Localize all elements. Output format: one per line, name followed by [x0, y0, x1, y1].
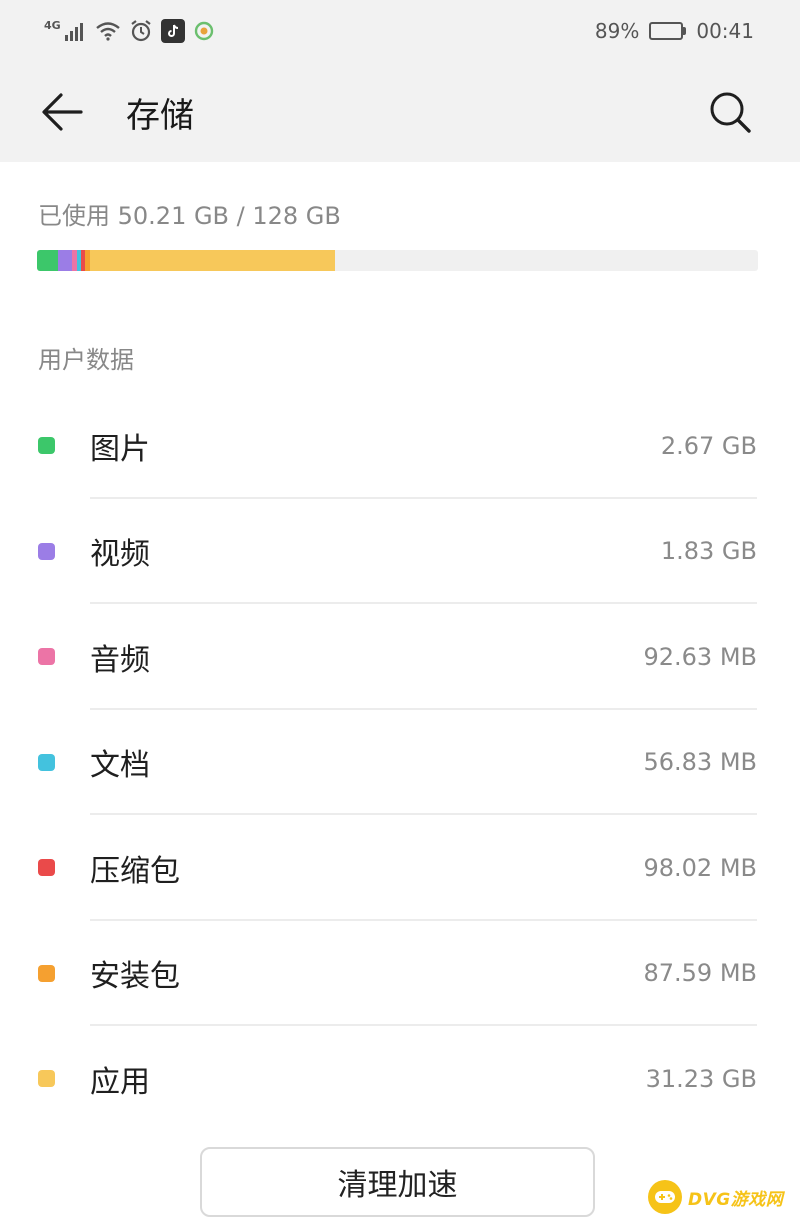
category-row-installers[interactable]: 安装包 87.59 MB [0, 921, 800, 1026]
network-type: 4G [44, 18, 61, 32]
category-color-dot [38, 859, 55, 877]
category-size: 1.83 GB [660, 537, 757, 566]
category-color-dot [38, 753, 55, 771]
clean-speedup-button[interactable]: 清理加速 [200, 1147, 595, 1217]
category-size: 87.59 MB [643, 959, 757, 988]
usage-segment [37, 250, 58, 271]
clock-time: 00:41 [696, 19, 754, 43]
tiktok-icon [160, 19, 185, 43]
category-row-videos[interactable]: 视频 1.83 GB [0, 499, 800, 604]
category-label: 图片 [90, 431, 150, 467]
category-label: 压缩包 [90, 853, 180, 889]
usage-segment [89, 250, 335, 271]
category-label: 文档 [90, 748, 150, 784]
category-list: 图片 2.67 GB 视频 1.83 GB 音频 92.63 MB 文档 56.… [0, 393, 800, 1132]
alarm-icon [131, 20, 151, 42]
storage-usage-bar [37, 250, 758, 271]
category-row-images[interactable]: 图片 2.67 GB [0, 393, 800, 499]
category-size: 98.02 MB [643, 853, 757, 882]
category-size: 92.63 MB [643, 642, 757, 671]
status-right: 89% 00:41 [595, 19, 754, 43]
category-label: 应用 [90, 1064, 150, 1100]
usage-segment [57, 250, 73, 271]
category-label: 安装包 [90, 959, 180, 995]
back-button[interactable] [40, 90, 84, 134]
gamepad-icon [648, 1180, 682, 1214]
watermark: DVG游戏网 [648, 1180, 783, 1214]
search-button[interactable] [706, 88, 754, 136]
category-row-archives[interactable]: 压缩包 98.02 MB [0, 815, 800, 921]
category-color-dot [38, 542, 55, 560]
category-label: 音频 [90, 642, 150, 678]
category-label: 视频 [90, 537, 150, 573]
category-size: 2.67 GB [660, 431, 757, 460]
watermark-text: DVG游戏网 [688, 1189, 784, 1210]
category-color-dot [38, 964, 55, 982]
wifi-icon [95, 22, 120, 41]
category-color-dot [38, 437, 55, 455]
battery-percent: 89% [594, 19, 640, 43]
category-row-documents[interactable]: 文档 56.83 MB [0, 710, 800, 815]
storage-used-label: 已使用 50.21 GB / 128 GB [38, 202, 341, 230]
page-title: 存储 [126, 95, 194, 136]
search-icon [710, 92, 751, 133]
category-row-apps[interactable]: 应用 31.23 GB [0, 1026, 800, 1132]
section-header-user-data: 用户数据 [38, 346, 134, 374]
signal-icon [64, 23, 83, 41]
category-color-dot [38, 648, 55, 666]
app-bar: 存储 [0, 62, 800, 162]
back-arrow-icon [42, 93, 83, 131]
status-icons: 4G [44, 19, 215, 43]
category-color-dot [38, 1070, 55, 1088]
category-size: 56.83 MB [643, 748, 757, 777]
category-row-audio[interactable]: 音频 92.63 MB [0, 604, 800, 710]
category-size: 31.23 GB [645, 1064, 757, 1093]
battery-icon [649, 22, 687, 40]
status-bar: 4G 89% 00:41 [0, 0, 800, 62]
app-notification-icon [194, 21, 213, 41]
